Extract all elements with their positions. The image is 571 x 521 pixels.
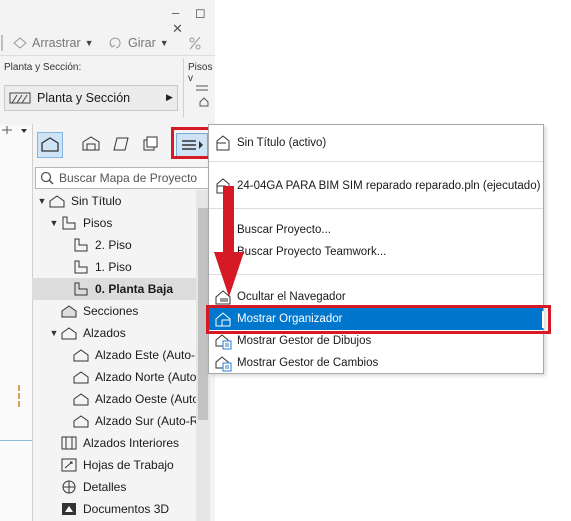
tab-project-map[interactable]: [37, 132, 63, 158]
annotation-arrow-icon: [214, 252, 244, 297]
menu-item-label: Ocultar el Navegador: [237, 291, 346, 303]
floor-icon: [72, 237, 90, 253]
info-box-labels: Planta y Sección: Pisos v: [0, 58, 215, 118]
chevron-down-icon[interactable]: ▼: [48, 218, 60, 228]
menu-item-label: Mostrar Gestor de Dibujos: [237, 335, 372, 347]
canvas-line: [0, 440, 32, 441]
elevation-icon: [72, 369, 90, 385]
tree-label: Alzado Oeste (Auto-: [95, 392, 204, 406]
tree-label: Alzado Este (Auto-R: [95, 348, 204, 362]
layout-book-icon: [113, 137, 129, 151]
drag-button[interactable]: Arrastrar ▼: [12, 34, 94, 52]
annotation-arrow-shaft: [223, 186, 234, 256]
rotate-button[interactable]: Girar ▼: [108, 34, 169, 52]
chevron-down-icon[interactable]: ▼: [48, 328, 60, 338]
project-icon: [48, 193, 66, 209]
tree-label: Alzado Norte (Auto: [95, 370, 197, 384]
worksheet-icon: [60, 457, 78, 473]
view-type-select[interactable]: Planta y Sección: [4, 85, 178, 111]
tree-label: Documentos 3D: [83, 502, 170, 516]
menu-item-label: Sin Título (activo): [237, 137, 327, 149]
canvas-strip: [0, 125, 32, 521]
rotate-icon: [108, 36, 124, 50]
menu-item-label: Mostrar Gestor de Cambios: [237, 357, 379, 369]
menu-item-recent-project[interactable]: 24-04GA PARA BIM SIM reparado reparado.p…: [209, 175, 543, 197]
publisher-sets-icon: [143, 136, 158, 151]
search-placeholder: Buscar Mapa de Proyecto: [59, 171, 198, 185]
project-file-icon: [211, 132, 235, 154]
folder-floors-icon: [60, 215, 78, 231]
tree-label: Pisos: [83, 216, 113, 230]
navigator-search-input[interactable]: Buscar Mapa de Proyecto: [35, 167, 210, 189]
section-icon: [60, 303, 78, 319]
elevation-folder-icon: [60, 325, 78, 341]
elevation-icon: [72, 413, 90, 429]
tree-label: 2. Piso: [95, 238, 132, 252]
highlight-end-mark: [542, 311, 544, 328]
menu-item-label: 24-04GA PARA BIM SIM reparado reparado.p…: [237, 180, 541, 192]
section-label: Planta y Sección:: [4, 62, 82, 73]
menu-item-show-change-manager[interactable]: Mostrar Gestor de Cambios: [209, 352, 543, 374]
project-map-icon: [41, 137, 59, 152]
menu-item-find-teamwork-project[interactable]: Buscar Proyecto Teamwork...: [209, 241, 543, 263]
floor-settings-icon[interactable]: [190, 78, 215, 118]
view-type-value: Planta y Sección: [37, 91, 131, 105]
floor-icon: [72, 281, 90, 297]
document-3d-icon: [60, 501, 78, 517]
chevron-down-icon[interactable]: ▼: [85, 38, 94, 48]
tree-label: Hojas de Trabajo: [83, 458, 174, 472]
tree-label: 1. Piso: [95, 260, 132, 274]
tree-label: 0. Planta Baja: [95, 282, 174, 296]
annotation-highlight-organizer: [206, 305, 551, 334]
detail-icon: [60, 479, 78, 495]
tree-label: Alzados: [83, 326, 126, 340]
menu-separator: [209, 274, 543, 275]
toolbar-divider-icon: [0, 34, 6, 52]
floor-icon: [72, 259, 90, 275]
rotate-label: Girar: [128, 36, 156, 50]
menu-item-find-project[interactable]: Buscar Proyecto...: [209, 219, 543, 241]
menu-separator: [209, 208, 543, 209]
drag-icon: [12, 36, 28, 50]
menu-separator: [209, 161, 543, 162]
view-map-icon: [82, 136, 100, 151]
chevron-down-icon[interactable]: ▼: [36, 196, 48, 206]
tree-label: Alzados Interiores: [83, 436, 180, 450]
chevron-right-icon[interactable]: ▶: [166, 92, 173, 103]
hatch-icon: [9, 91, 31, 105]
menu-item-active-project[interactable]: Sin Título (activo): [209, 132, 543, 154]
tab-layout-book[interactable]: [109, 132, 133, 156]
elevation-icon: [72, 347, 90, 363]
canvas-marker: [18, 385, 20, 407]
mirror-button[interactable]: [187, 34, 203, 52]
tree-label: Alzado Sur (Auto-R: [95, 414, 199, 428]
tree-label: Sin Título: [71, 194, 122, 208]
tree-item-pisos[interactable]: ▼ Pisos: [32, 212, 212, 234]
tree-item-project[interactable]: ▼ Sin Título: [32, 190, 200, 212]
tree-label: Detalles: [83, 480, 127, 494]
menu-item-label: Buscar Proyecto Teamwork...: [237, 246, 387, 258]
change-manager-icon: [211, 352, 235, 374]
tree-label: Secciones: [83, 304, 139, 318]
menu-item-label: Buscar Proyecto...: [237, 224, 331, 236]
edit-toolbar: Arrastrar ▼ Girar ▼: [0, 30, 215, 56]
search-icon: [40, 171, 54, 185]
interior-elevation-icon: [60, 435, 78, 451]
window-controls[interactable]: – ◻ ✕: [172, 5, 212, 36]
tab-view-map[interactable]: [79, 132, 103, 156]
elevation-icon: [72, 391, 90, 407]
chevron-down-icon[interactable]: ▼: [160, 38, 169, 48]
tab-publisher-sets[interactable]: [138, 132, 162, 156]
tree-item-alzados[interactable]: ▼ Alzados: [32, 322, 212, 344]
drag-label: Arrastrar: [32, 36, 81, 50]
arrow-tool-icon[interactable]: [0, 125, 32, 139]
